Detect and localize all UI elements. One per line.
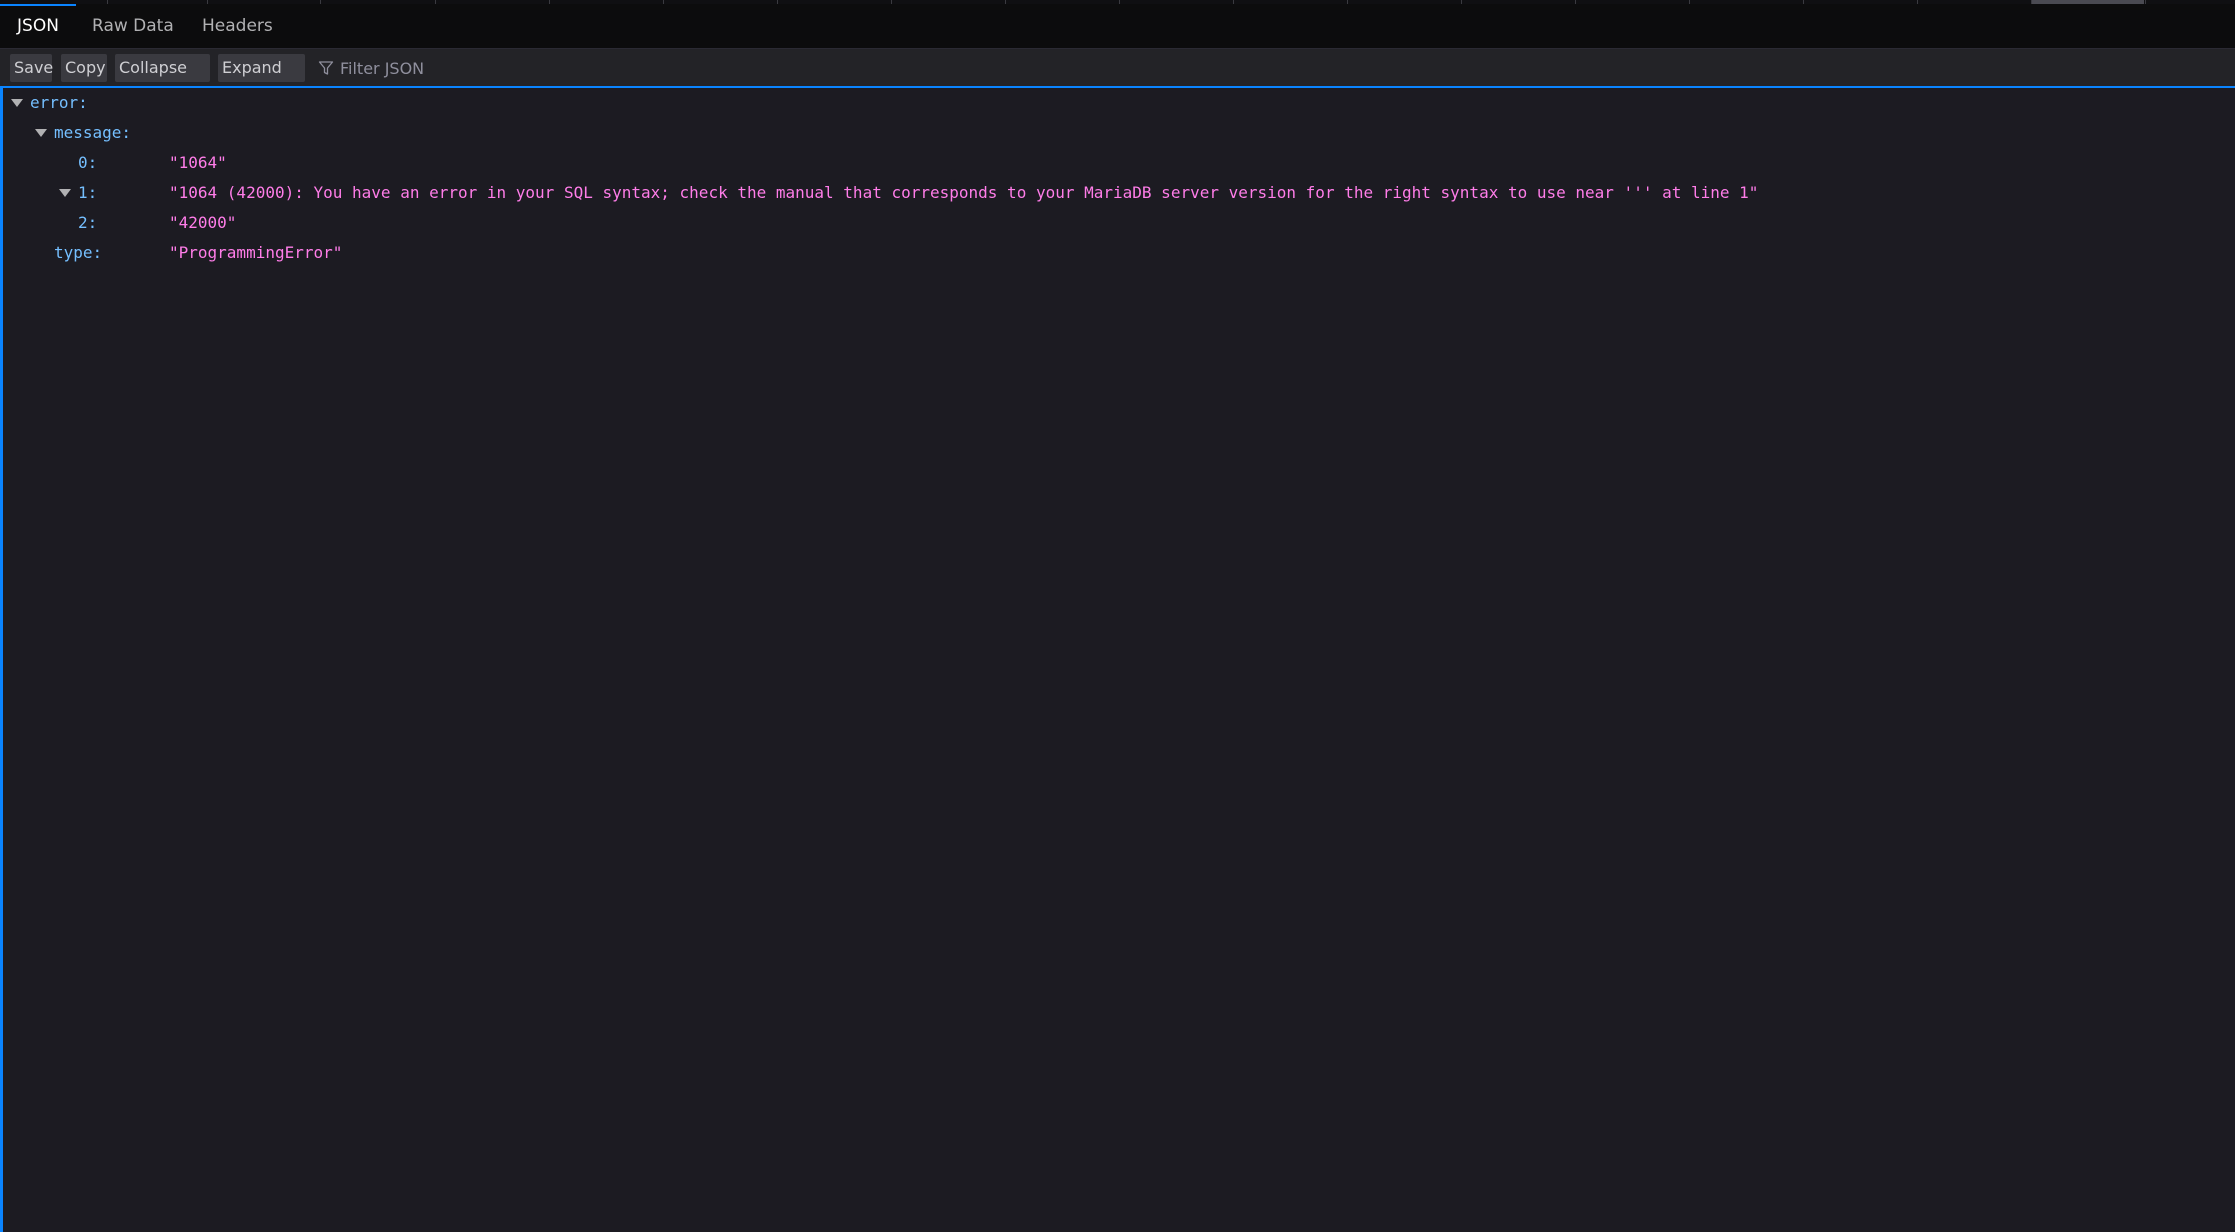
tab-json[interactable]: JSON bbox=[0, 4, 76, 48]
tree-key-type: type: bbox=[54, 243, 103, 262]
copy-button[interactable]: Copy bbox=[61, 54, 107, 82]
filter-json-field bbox=[318, 54, 718, 82]
tab-headers[interactable]: Headers bbox=[202, 4, 273, 48]
tree-string-value: "ProgrammingError" bbox=[169, 243, 343, 262]
filter-json-input[interactable] bbox=[340, 58, 700, 78]
expand-all-button[interactable]: Expand All bbox=[218, 54, 305, 105]
json-toolbar: Save Copy Collapse All Expand All bbox=[0, 49, 2235, 105]
tree-string-value: "1064" bbox=[169, 153, 227, 172]
tree-string-value: "1064 (42000): You have an error in your… bbox=[169, 183, 1759, 202]
tree-key-error: error: bbox=[30, 93, 88, 112]
expand-triangle-icon[interactable] bbox=[35, 129, 47, 137]
tree-key: 2: bbox=[78, 213, 98, 232]
tab-raw-data[interactable]: Raw Data bbox=[92, 4, 174, 48]
expand-triangle-icon[interactable] bbox=[11, 99, 23, 107]
collapse-all-button[interactable]: Collapse All bbox=[115, 54, 210, 105]
tree-key: 1: bbox=[78, 183, 98, 202]
tree-key-message: message: bbox=[54, 123, 132, 142]
expand-triangle-icon[interactable] bbox=[59, 189, 71, 197]
filter-icon bbox=[318, 61, 334, 75]
tree-string-value: "42000" bbox=[169, 213, 237, 232]
save-button[interactable]: Save bbox=[10, 54, 53, 82]
tree-key: 0: bbox=[78, 153, 98, 172]
viewer-tab-bar: JSON Raw Data Headers bbox=[0, 4, 2235, 49]
json-tree-panel: error: message: 0: "1064" 1: "1064 (4200… bbox=[0, 88, 2235, 1232]
